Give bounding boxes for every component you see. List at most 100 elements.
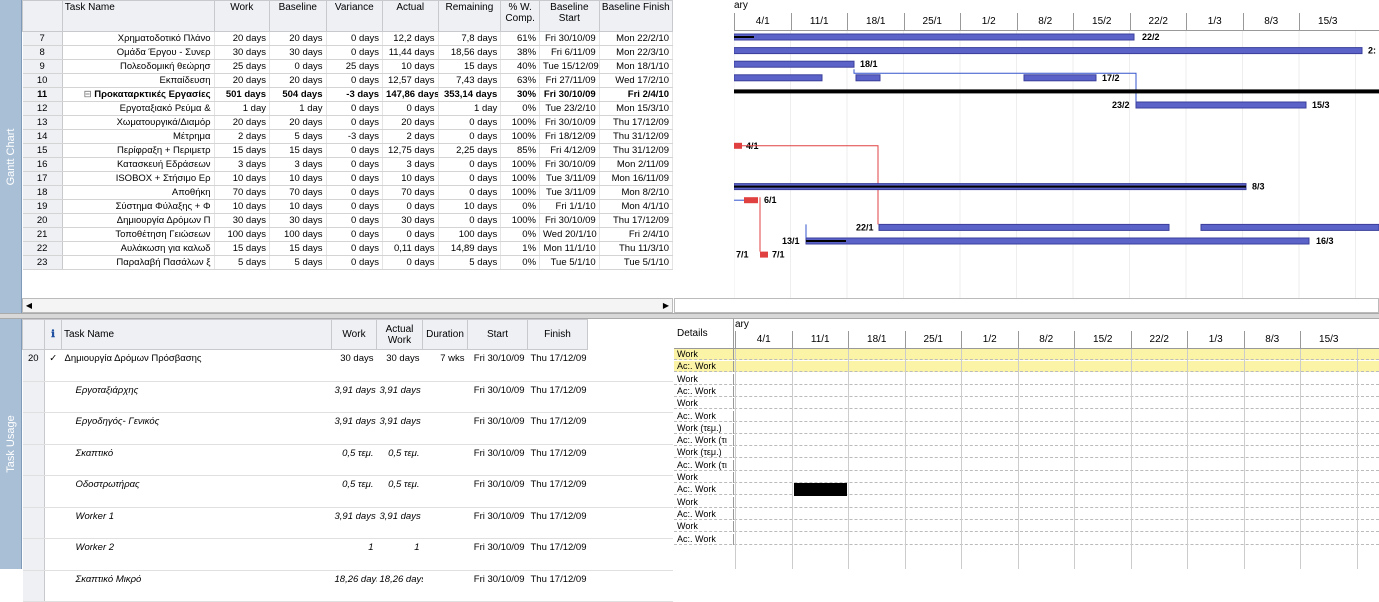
details-row[interactable]: Work [674, 398, 1379, 410]
details-row[interactable]: Work [674, 373, 1379, 385]
usage-row-id[interactable] [22, 475, 45, 508]
usage-work-cell[interactable]: 3,91 days [331, 381, 377, 413]
col-header-baseline-start[interactable]: Baseline Start [539, 0, 600, 32]
row-id[interactable]: 18 [22, 185, 63, 200]
usage-row-id-header[interactable] [22, 319, 45, 350]
cell-actual[interactable]: 3 days [382, 157, 439, 172]
cell-remaining[interactable]: 18,56 days [438, 45, 502, 60]
cell-variance[interactable]: 0 days [326, 157, 384, 172]
cell-work[interactable]: 20 days [214, 115, 271, 130]
collapse-icon[interactable]: ⊟ [84, 89, 95, 100]
cell-work[interactable]: 20 days [214, 31, 271, 46]
cell-work[interactable]: 20 days [214, 73, 271, 88]
usage-col-header-start[interactable]: Start [467, 319, 528, 350]
col-header-work[interactable]: Work [213, 0, 271, 32]
gantt-critical-milestone[interactable] [760, 251, 768, 258]
row-id[interactable]: 7 [22, 31, 63, 46]
task-name-cell[interactable]: Χρηματοδοτικό Πλάνο [62, 31, 215, 46]
cell-actual[interactable]: 10 days [382, 59, 439, 74]
cell-variance[interactable]: -3 days [326, 129, 384, 144]
task-row[interactable]: 10 Εκπαίδευση 20 days 20 days 0 days 12,57 da… [22, 73, 674, 88]
row-id[interactable]: 8 [22, 45, 63, 60]
usage-actual-cell[interactable]: 18,26 days [376, 570, 423, 602]
cell-baseline[interactable]: 0 days [269, 59, 327, 74]
cell-pct[interactable]: 100% [500, 129, 541, 144]
cell-work[interactable]: 5 days [214, 255, 271, 270]
usage-work-cell[interactable]: 0,5 τεμ. [331, 475, 377, 508]
usage-col-header-task-name[interactable]: Task Name [61, 319, 332, 350]
cell-remaining[interactable]: 7,8 days [438, 31, 502, 46]
cell-pct[interactable]: 100% [500, 115, 541, 130]
cell-bstart[interactable]: Fri 4/12/09 [539, 143, 600, 158]
cell-pct[interactable]: 0% [500, 227, 541, 242]
usage-row-id[interactable] [22, 538, 45, 571]
usage-name-cell[interactable]: Δημιουργία Δρόμων Πρόσβασης [61, 349, 332, 382]
task-row[interactable]: 16 Κατασκευή Εδράσεων 3 days 3 days 0 days 3 … [22, 157, 674, 172]
cell-pct[interactable]: 100% [500, 185, 541, 200]
usage-work-cell[interactable]: 18,26 days [331, 570, 377, 602]
usage-name-cell[interactable]: Σκαπτικό [61, 444, 332, 476]
gantt-progress-bar[interactable] [734, 185, 1246, 188]
usage-assignment-row[interactable]: Σκαπτικό 0,5 τεμ. 0,5 τεμ. Fri 30/10/09 Thu … [22, 444, 673, 476]
usage-row-id[interactable] [22, 412, 45, 445]
usage-actual-cell[interactable]: 3,91 days [376, 507, 423, 539]
cell-variance[interactable]: 0 days [326, 143, 384, 158]
cell-pct[interactable]: 85% [500, 143, 541, 158]
cell-baseline[interactable]: 1 day [269, 101, 327, 116]
task-row[interactable]: 7 Χρηματοδοτικό Πλάνο 20 days 20 days 0 days… [22, 31, 674, 46]
usage-start-cell[interactable]: Fri 30/10/09 [467, 444, 528, 476]
task-row[interactable]: 9 Πολεοδομική θεώρησ 25 days 0 days 25 days 1… [22, 59, 674, 74]
usage-work-cell[interactable]: 3,91 days [331, 412, 377, 445]
cell-pct[interactable]: 61% [500, 31, 541, 46]
usage-actual-cell[interactable]: 3,91 days [376, 412, 423, 445]
cell-work[interactable]: 15 days [214, 241, 271, 256]
cell-remaining[interactable]: 5 days [438, 255, 502, 270]
usage-duration-cell[interactable] [422, 538, 468, 571]
cell-remaining[interactable]: 0 days [438, 129, 502, 144]
cell-bfinish[interactable]: Thu 17/12/09 [599, 115, 674, 130]
details-row[interactable]: Work [674, 496, 1379, 508]
cell-remaining[interactable]: 0 days [438, 185, 502, 200]
cell-actual[interactable]: 30 days [382, 213, 439, 228]
cell-pct[interactable]: 40% [500, 59, 541, 74]
usage-finish-cell[interactable]: Thu 17/12/09 [527, 349, 588, 382]
details-row[interactable]: Ac:. Work [674, 508, 1379, 520]
col-header-baseline[interactable]: Baseline [269, 0, 327, 32]
details-row[interactable]: Work [674, 472, 1379, 483]
row-id[interactable]: 20 [22, 213, 63, 228]
task-name-cell[interactable]: Τοποθέτηση Γειώσεων [62, 227, 215, 242]
task-row[interactable]: 19 Σύστημα Φύλαξης + Φ 10 days 10 days 0 day… [22, 199, 674, 214]
info-column-icon[interactable]: ℹ [44, 319, 62, 350]
row-id[interactable]: 12 [22, 101, 63, 116]
cell-bstart[interactable]: Mon 11/1/10 [539, 241, 600, 256]
cell-variance[interactable]: 0 days [326, 171, 384, 186]
cell-pct[interactable]: 0% [500, 255, 541, 270]
actual-work-cell-filled[interactable] [793, 483, 847, 497]
task-name-cell[interactable]: ⊟ Προκαταρκτικές Εργασίες [62, 87, 215, 102]
gantt-progress-bar[interactable] [734, 36, 754, 38]
task-row[interactable]: 21 Τοποθέτηση Γειώσεων 100 days 100 days 0 d… [22, 227, 674, 242]
usage-finish-cell[interactable]: Thu 17/12/09 [527, 570, 588, 602]
cell-pct[interactable]: 38% [500, 45, 541, 60]
usage-duration-cell[interactable] [422, 412, 468, 445]
gantt-task-bar[interactable] [805, 237, 1310, 245]
usage-finish-cell[interactable]: Thu 17/12/09 [527, 538, 588, 571]
usage-assignment-row[interactable]: Εργοταξιάρχης 3,91 days 3,91 days Fri 30/10… [22, 381, 673, 413]
gantt-progress-bar[interactable] [806, 240, 846, 242]
cell-variance[interactable]: 25 days [326, 59, 384, 74]
scroll-right-icon[interactable]: ▶ [660, 299, 672, 312]
details-row[interactable]: Work [674, 349, 1379, 360]
task-row[interactable]: 14 Μέτρημα 2 days 5 days -3 days 2 days 0 days… [22, 129, 674, 144]
row-id-header[interactable] [22, 0, 63, 32]
col-header-pct-complete[interactable]: % W. Comp. [500, 0, 541, 32]
task-name-cell[interactable]: Κατασκευή Εδράσεων [62, 157, 215, 172]
usage-actual-cell[interactable]: 30 days [376, 349, 423, 382]
cell-work[interactable]: 2 days [214, 129, 271, 144]
usage-work-cell[interactable]: 30 days [331, 349, 377, 382]
cell-bstart[interactable]: Tue 15/12/09 [539, 59, 600, 74]
usage-col-header-duration[interactable]: Duration [422, 319, 468, 350]
cell-actual[interactable]: 0 days [382, 255, 439, 270]
task-row[interactable]: 15 Περίφραξη + Περιμετρ 15 days 15 days 0 da… [22, 143, 674, 158]
usage-name-cell[interactable]: Worker 2 [61, 538, 332, 571]
usage-row-id[interactable] [22, 444, 45, 476]
